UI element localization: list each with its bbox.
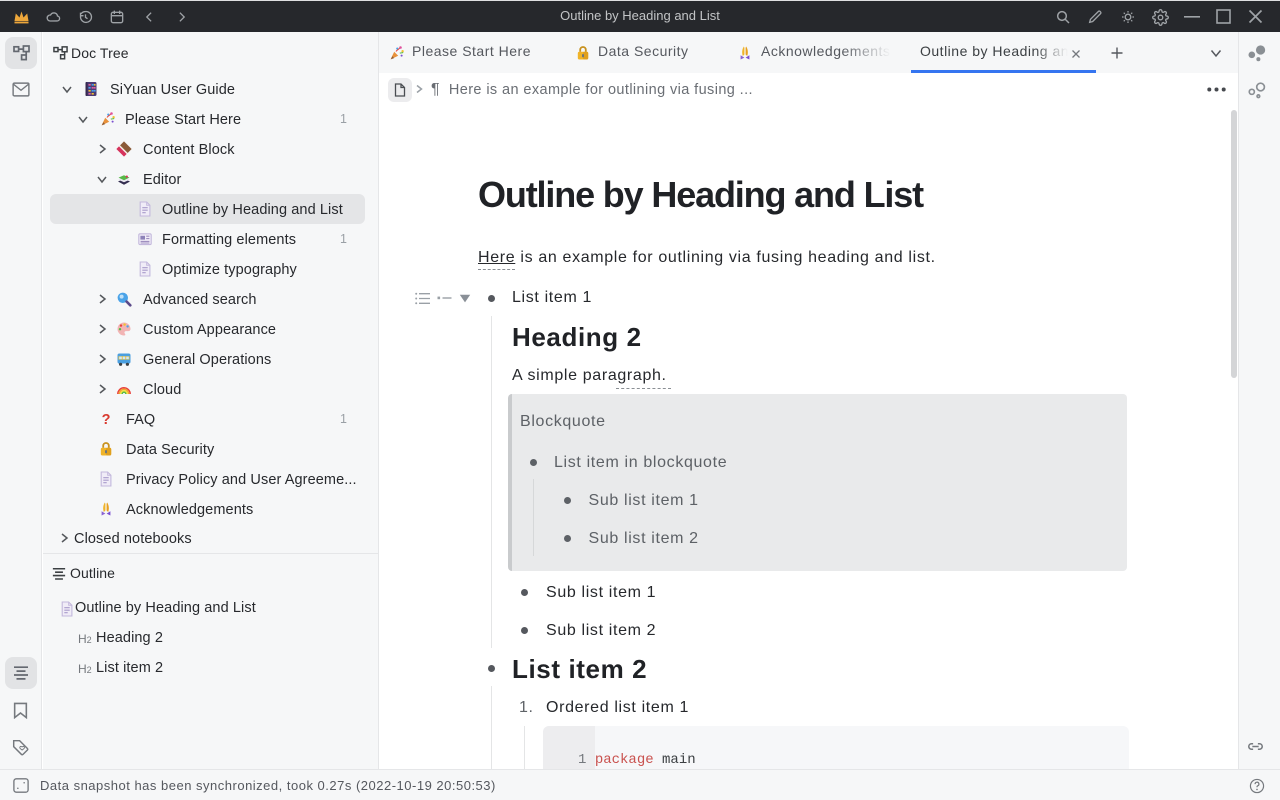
- svg-text:?: ?: [102, 412, 111, 427]
